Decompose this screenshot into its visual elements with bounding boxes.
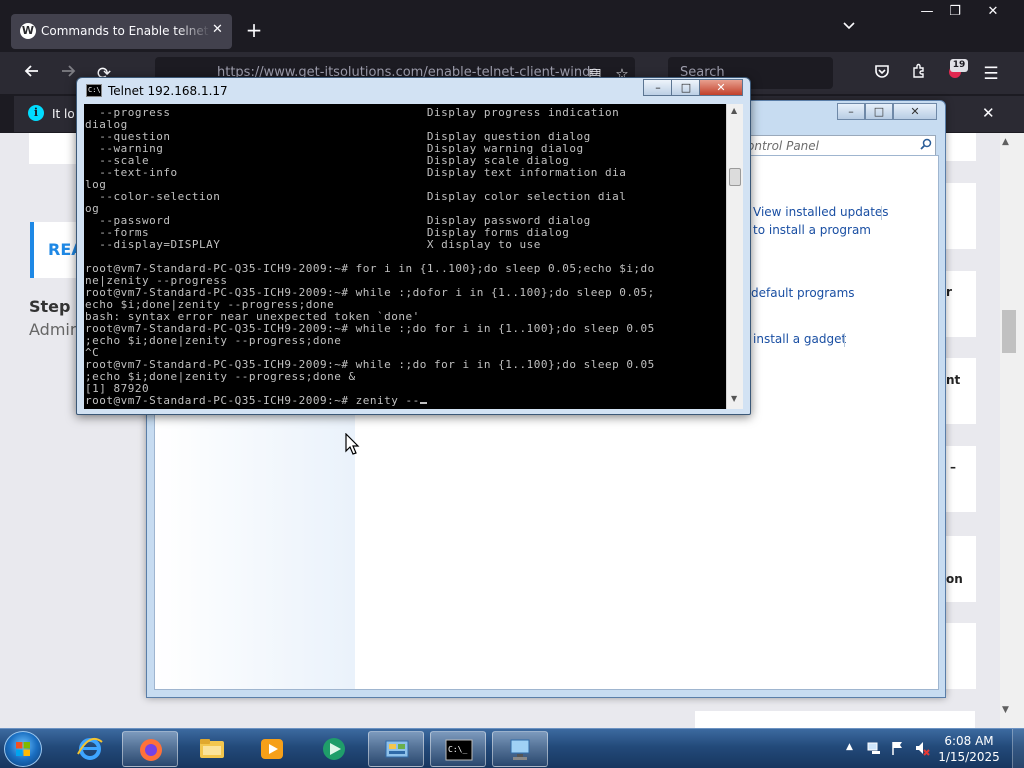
back-arrow-icon[interactable] <box>20 62 44 86</box>
hamburger-menu-icon[interactable]: ☰ <box>979 62 1003 86</box>
clock-date[interactable]: 1/15/2025 <box>934 750 1004 764</box>
telnet-minimize-button[interactable]: – <box>643 79 673 96</box>
right-card-text: nt <box>946 373 961 387</box>
folder-icon <box>200 739 224 758</box>
taskbar-file-explorer[interactable] <box>184 731 240 767</box>
content-card <box>695 711 975 728</box>
console-line: ;echo $i;done|zenity --progress;done <box>85 334 342 347</box>
content-card <box>946 271 976 337</box>
info-icon: i <box>28 105 44 121</box>
console-scroll-thumb[interactable] <box>729 168 741 186</box>
svg-text:C:\_: C:\_ <box>448 745 467 754</box>
extension-badge: 19 <box>950 59 968 72</box>
page-scrollbar[interactable] <box>1000 133 1024 728</box>
scroll-up-arrow-icon[interactable]: ▲ <box>1002 137 1009 147</box>
tab-list-chevron-icon[interactable] <box>838 19 860 41</box>
cp-maximize-button[interactable]: □ <box>865 103 893 120</box>
minimize-window-button[interactable]: — <box>912 3 942 21</box>
telnet-maximize-button[interactable]: □ <box>671 79 701 96</box>
telnet-close-button[interactable]: ✕ <box>699 79 743 96</box>
notification-text: It lo <box>52 107 75 121</box>
content-card <box>946 183 976 249</box>
scroll-down-arrow-icon[interactable]: ▼ <box>731 394 737 403</box>
right-card-text: – <box>950 460 956 474</box>
start-button[interactable] <box>4 731 42 767</box>
console-line: --display=DISPLAY X display to use <box>85 238 541 251</box>
telnet-window-title: Telnet 192.168.1.17 <box>108 84 228 98</box>
tab-strip: W Commands to Enable telnet client ✕ + —… <box>0 0 1024 52</box>
telnet-console-window[interactable]: C:\ Telnet 192.168.1.17 – □ ✕ --progress… <box>76 77 751 415</box>
taskbar-internet-explorer[interactable] <box>62 731 118 767</box>
content-card <box>946 446 976 512</box>
cp-close-button[interactable]: ✕ <box>893 103 937 120</box>
cp-minimize-button[interactable]: – <box>837 103 865 120</box>
content-card <box>946 133 976 161</box>
cp-search-placeholder: ontrol Panel <box>747 139 819 153</box>
restore-window-button[interactable]: ❐ <box>940 3 970 21</box>
console-line: --text-info Display text information dia <box>85 166 627 179</box>
green-app-icon <box>323 738 345 760</box>
scroll-down-arrow-icon[interactable]: ▼ <box>1002 705 1009 715</box>
tab-title: Commands to Enable telnet client <box>41 24 211 38</box>
extensions-puzzle-icon[interactable] <box>907 62 931 86</box>
content-card <box>946 536 976 602</box>
step-subheading: Admin <box>29 320 80 339</box>
search-icon[interactable] <box>920 138 932 154</box>
close-window-button[interactable]: ✕ <box>978 3 1008 21</box>
console-line: --progress Display progress indication <box>85 106 620 119</box>
taskbar-control-panel[interactable] <box>368 731 424 767</box>
command-prompt-icon: C:\_ <box>445 739 473 761</box>
console-icon: C:\ <box>86 84 102 97</box>
console-cursor <box>419 402 427 404</box>
scroll-thumb[interactable] <box>1002 310 1016 353</box>
mouse-pointer-icon <box>345 433 360 455</box>
taskbar-app[interactable] <box>306 731 362 767</box>
right-card-text: r <box>946 285 952 299</box>
link-separator <box>881 206 882 220</box>
taskbar-firefox[interactable] <box>122 731 178 767</box>
console-output[interactable]: --progress Display progress indication di… <box>84 104 726 409</box>
control-panel-icon <box>385 740 409 758</box>
network-tray-icon[interactable] <box>866 740 882 756</box>
taskbar-media-player[interactable] <box>244 731 300 767</box>
control-panel-search-input[interactable]: ontrol Panel <box>742 135 936 157</box>
windows-taskbar: C:\_ ▲ 6:08 AM 1/15/2025 <box>0 728 1024 768</box>
console-line: ;echo $i;done|zenity --progress;done & <box>85 370 356 383</box>
notification-close-icon[interactable]: ✕ <box>982 104 995 122</box>
internet-explorer-icon <box>77 738 103 760</box>
content-card <box>946 623 976 689</box>
taskbar-telnet-console[interactable]: C:\_ <box>430 731 486 767</box>
firefox-icon <box>140 739 162 761</box>
link-separator <box>844 333 845 347</box>
link-install-gadget[interactable]: install a gadget <box>753 332 846 346</box>
windows-logo-icon <box>16 742 30 756</box>
network-computer-icon <box>510 739 530 760</box>
taskbar-network[interactable] <box>492 731 548 767</box>
show-hidden-icons-arrow-icon[interactable]: ▲ <box>846 742 853 752</box>
console-scrollbar[interactable]: ▲ ▼ <box>726 104 743 409</box>
new-tab-button[interactable]: + <box>242 17 266 43</box>
console-line: --color-selection Display color selectio… <box>85 190 627 203</box>
wordpress-favicon-icon: W <box>20 23 36 39</box>
tab-active[interactable]: W Commands to Enable telnet client ✕ <box>11 14 232 49</box>
volume-muted-icon[interactable] <box>914 740 930 756</box>
media-player-icon <box>261 739 283 759</box>
link-view-installed-updates[interactable]: View installed updates <box>753 205 889 219</box>
pocket-icon[interactable] <box>870 62 894 86</box>
scroll-up-arrow-icon[interactable]: ▲ <box>731 106 737 115</box>
console-line: root@vm7-Standard-PC-Q35-ICH9-2009:~# ze… <box>85 395 725 407</box>
console-text: --progress Display progress indication di… <box>85 107 725 407</box>
action-center-flag-icon[interactable] <box>890 740 906 756</box>
link-default-programs[interactable]: default programs <box>751 286 855 300</box>
show-desktop-button[interactable] <box>1012 729 1024 768</box>
link-install-program[interactable]: to install a program <box>753 223 871 237</box>
tab-close-icon[interactable]: ✕ <box>212 22 226 37</box>
content-card <box>29 133 81 164</box>
clock-time[interactable]: 6:08 AM <box>934 734 1004 748</box>
right-card-text: on <box>946 572 963 586</box>
content-card <box>946 358 976 424</box>
